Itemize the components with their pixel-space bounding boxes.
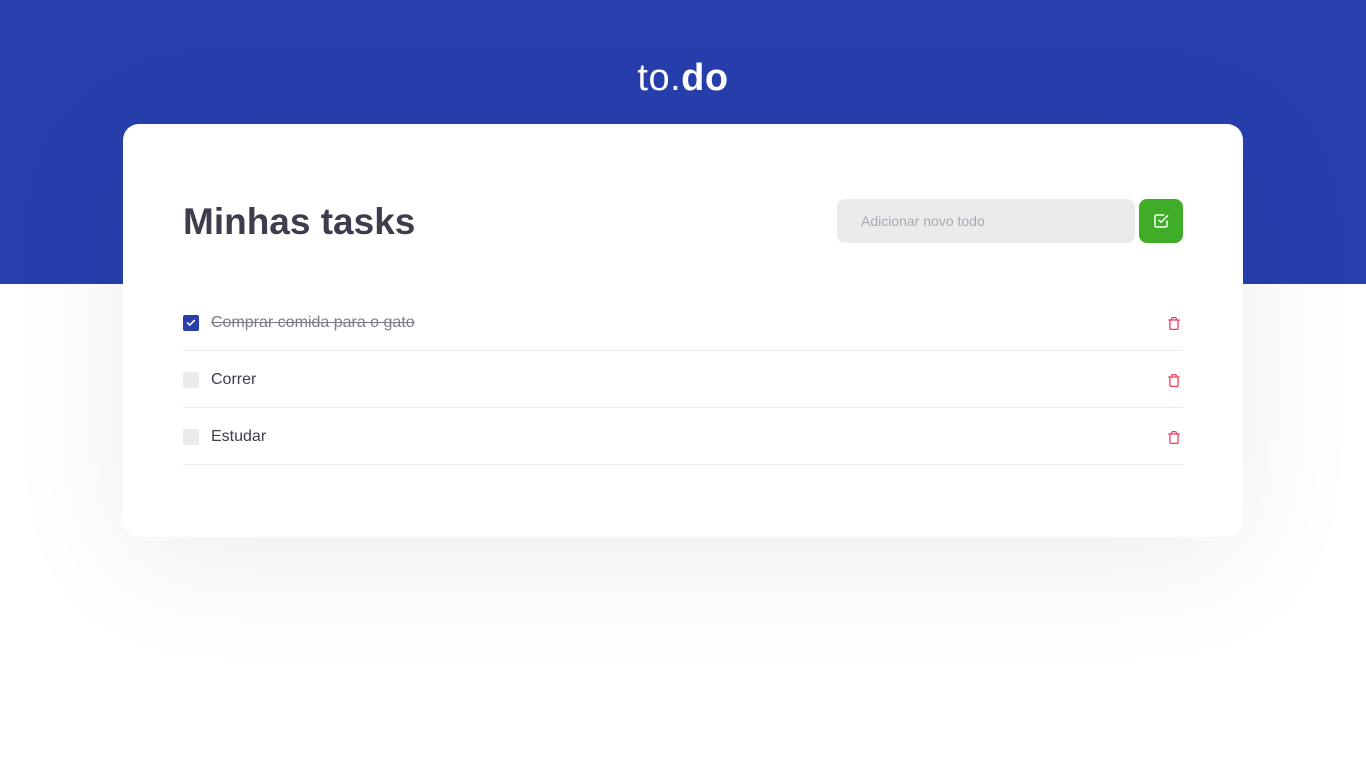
task-text: Correr [211,371,257,388]
task-row: Comprar comida para o gato [183,294,1183,351]
check-square-icon [1154,214,1169,228]
task-checkbox[interactable] [183,372,199,388]
add-task-form [837,199,1183,243]
trash-icon [1168,373,1180,387]
add-task-button[interactable] [1139,199,1183,243]
page-title: Minhas tasks [183,201,416,242]
task-row: Correr [183,351,1183,408]
checkmark-icon [186,319,196,326]
delete-task-button[interactable] [1165,314,1183,332]
tasks-card: Minhas tasks Comprar comida para o gatoC… [123,124,1243,537]
task-checkbox[interactable] [183,315,199,331]
logo-light-text: to. [637,57,682,99]
task-checkbox[interactable] [183,429,199,445]
app-logo: to.do [0,56,1366,100]
delete-task-button[interactable] [1165,371,1183,389]
task-text: Comprar comida para o gato [211,314,415,331]
task-text: Estudar [211,428,267,445]
trash-icon [1168,430,1180,444]
task-row: Estudar [183,408,1183,465]
task-list: Comprar comida para o gato Correr Estudar [183,294,1183,465]
delete-task-button[interactable] [1165,428,1183,446]
new-task-input[interactable] [837,199,1135,243]
trash-icon [1168,316,1180,330]
logo-bold-text: do [681,57,729,99]
